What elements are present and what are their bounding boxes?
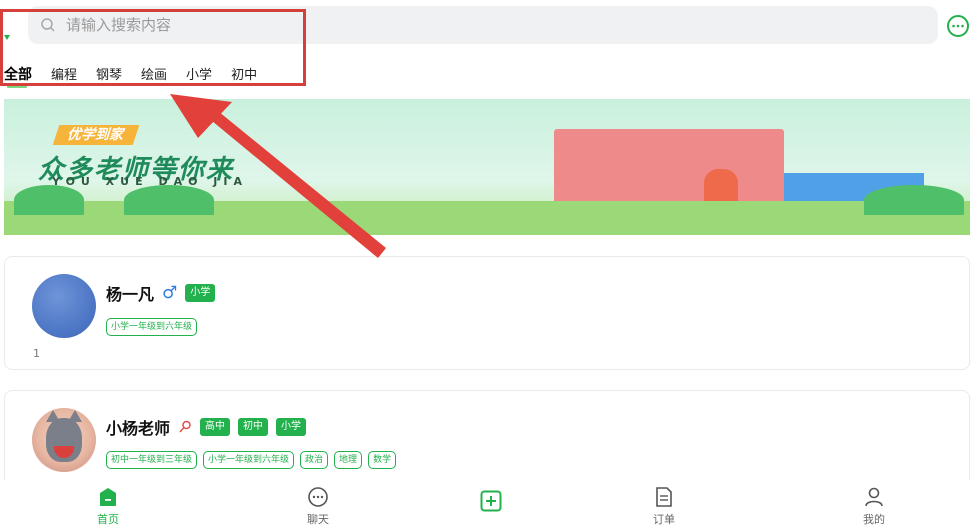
gender-male-icon: ♂	[162, 282, 178, 303]
teacher-card[interactable]: 杨一凡 ♂ 小学 小学一年级到六年级 1	[4, 256, 970, 370]
teacher-name-row: 小杨老师 高中 初中 小学	[106, 415, 307, 439]
nav-label: 聊天	[307, 513, 329, 526]
banner-bush	[14, 185, 84, 215]
tab-programming[interactable]: 编程	[51, 64, 77, 83]
teacher-name: 小杨老师	[106, 419, 171, 438]
home-icon	[100, 488, 116, 506]
search-icon	[41, 18, 55, 32]
nav-order[interactable]: 订单	[634, 486, 694, 527]
search-bar[interactable]	[28, 6, 938, 44]
grade-badge: 初中	[238, 418, 269, 436]
tag-chip: 小学一年级到六年级	[203, 451, 295, 469]
nav-mine[interactable]: 我的	[844, 486, 904, 527]
add-icon	[480, 490, 502, 512]
order-icon	[656, 487, 672, 507]
nav-label: 我的	[863, 513, 885, 526]
banner-bush	[864, 185, 964, 215]
banner-bush	[124, 185, 214, 215]
teacher-name: 杨一凡	[106, 285, 155, 304]
nav-label: 首页	[97, 513, 119, 526]
category-tabs: 全部 编程 钢琴 绘画 小学 初中	[4, 64, 257, 88]
card-count: 1	[33, 347, 40, 360]
banner-tag: 优学到家	[52, 125, 140, 145]
promo-banner[interactable]: 优学到家 众多老师等你来 YOU XUE DAO JIA	[4, 99, 970, 235]
banner-pinyin: YOU XUE DAO JIA	[52, 175, 248, 188]
tab-piano[interactable]: 钢琴	[96, 64, 122, 83]
caret-down-icon[interactable]	[4, 35, 10, 40]
tag-chip: 小学一年级到六年级	[106, 318, 198, 336]
profile-icon	[865, 487, 883, 507]
teacher-name-row: 杨一凡 ♂ 小学	[106, 281, 216, 305]
tag-chip: 地理	[334, 451, 363, 469]
chat-bubble-icon[interactable]	[946, 14, 970, 38]
tab-primary-school[interactable]: 小学	[186, 64, 212, 83]
grade-badge: 小学	[185, 284, 216, 302]
tag-chip: 初中一年级到三年级	[106, 451, 198, 469]
avatar	[32, 274, 96, 338]
tab-all[interactable]: 全部	[4, 64, 32, 88]
nav-chat[interactable]: 聊天	[288, 486, 348, 527]
tag-list: 小学一年级到六年级	[106, 318, 198, 336]
nav-label: 订单	[653, 513, 675, 526]
tab-painting[interactable]: 绘画	[141, 64, 167, 83]
tab-middle-school[interactable]: 初中	[231, 64, 257, 83]
tag-chip: 数学	[368, 451, 397, 469]
tag-chip: 政治	[300, 451, 329, 469]
chat-icon	[308, 487, 328, 507]
pin-icon	[179, 420, 191, 433]
tag-list: 初中一年级到三年级 小学一年级到六年级 政治 地理 数学	[106, 451, 397, 469]
nav-home[interactable]: 首页	[78, 486, 138, 527]
nav-add[interactable]	[461, 490, 521, 512]
bottom-navigation: 首页 聊天 订单 我的	[0, 480, 976, 528]
grade-badge: 高中	[200, 418, 231, 436]
app-page: 全部 编程 钢琴 绘画 小学 初中 优学到家 众多老师等你来 YOU XUE D…	[0, 0, 976, 528]
search-input[interactable]	[66, 16, 766, 34]
grade-badge: 小学	[276, 418, 307, 436]
avatar	[32, 408, 96, 472]
